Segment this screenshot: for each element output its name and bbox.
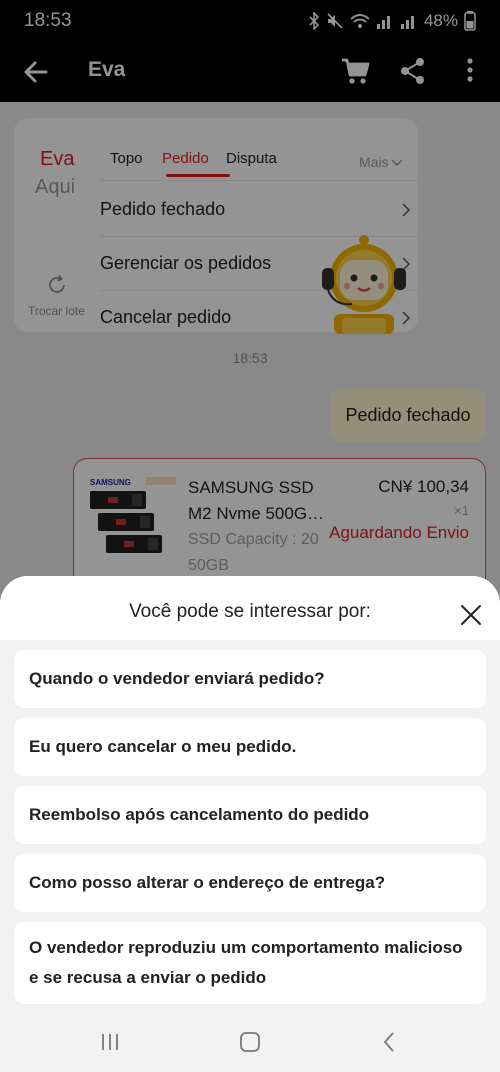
suggestions-bottom-sheet: Você pode se interessar por: Quando o ve… bbox=[0, 576, 500, 1072]
suggestion-text: Reembolso após cancelamento do pedido bbox=[29, 805, 370, 824]
sheet-title: Você pode se interessar por: bbox=[129, 601, 371, 622]
sheet-header: Você pode se interessar por: bbox=[0, 576, 500, 640]
suggestion-item[interactable]: Reembolso após cancelamento do pedido bbox=[14, 786, 486, 844]
suggestion-item[interactable]: Eu quero cancelar o meu pedido. bbox=[14, 718, 486, 776]
suggestion-text: Eu quero cancelar o meu pedido. bbox=[29, 737, 297, 756]
suggestion-text: Quando o vendedor enviará pedido? bbox=[29, 669, 325, 688]
recents-icon[interactable] bbox=[98, 1030, 122, 1054]
system-nav-bar bbox=[0, 1010, 500, 1072]
suggestion-text: Como posso alterar o endereço de entrega… bbox=[29, 873, 386, 892]
suggestion-item[interactable]: Como posso alterar o endereço de entrega… bbox=[14, 854, 486, 912]
back-nav-icon[interactable] bbox=[378, 1030, 402, 1054]
home-icon[interactable] bbox=[238, 1030, 262, 1054]
suggestion-text: O vendedor reproduziu um comportamento m… bbox=[29, 938, 463, 987]
suggestion-item[interactable]: O vendedor reproduziu um comportamento m… bbox=[14, 922, 486, 1004]
suggestion-item[interactable]: Quando o vendedor enviará pedido? bbox=[14, 650, 486, 708]
close-icon[interactable] bbox=[460, 604, 482, 626]
